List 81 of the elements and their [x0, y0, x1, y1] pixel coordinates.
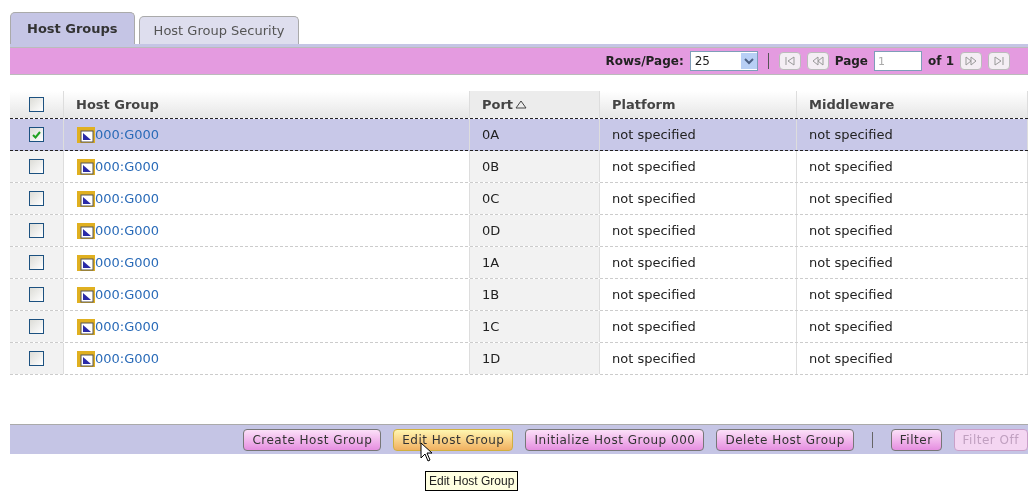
- host-group-icon: [77, 318, 95, 335]
- table-cell-text: not specified: [612, 285, 696, 304]
- table-row[interactable]: 000:G000 0C not specified not specified: [10, 183, 1028, 215]
- table-cell-text: not specified: [612, 157, 696, 176]
- table-row[interactable]: 000:G000 1C not specified not specified: [10, 311, 1028, 343]
- action-button[interactable]: Delete Host Group: [716, 428, 854, 451]
- checkbox[interactable]: [29, 159, 44, 174]
- host-group-icon: [77, 126, 95, 143]
- table-cell-text: 1D: [482, 349, 501, 368]
- table-cell-text: not specified: [612, 221, 696, 240]
- host-group-icon: [77, 158, 95, 175]
- action-button[interactable]: Filter: [890, 428, 942, 451]
- tab[interactable]: Host Group Security: [138, 16, 300, 44]
- table-row[interactable]: 000:G000 0D not specified not specified: [10, 215, 1028, 247]
- sort-ascending-icon: [515, 100, 528, 109]
- column-header[interactable]: Port: [482, 94, 514, 115]
- host-group-icon: [77, 254, 95, 271]
- column-header[interactable]: Host Group: [76, 94, 159, 115]
- table-cell-text: not specified: [809, 157, 893, 176]
- table-cell-text: 1B: [482, 285, 500, 304]
- action-button[interactable]: Edit Host Group: [393, 428, 514, 451]
- column-header[interactable]: Middleware: [809, 94, 895, 115]
- table-cell-text: 0D: [482, 221, 501, 240]
- host-group-icon: [77, 350, 95, 367]
- page-count: of 1: [928, 53, 954, 70]
- table-cell-text: not specified: [612, 317, 696, 336]
- pager-arrow-icon: [965, 56, 977, 66]
- action-button[interactable]: Initialize Host Group 000: [525, 428, 705, 451]
- table-cell-text: not specified: [809, 253, 893, 272]
- table-cell-text: not specified: [809, 189, 893, 208]
- table-cell-text: not specified: [809, 317, 893, 336]
- table-cell-text: not specified: [612, 189, 696, 208]
- host-group-icon: [77, 222, 95, 239]
- table-cell-text: 1C: [482, 317, 500, 336]
- checkbox[interactable]: [29, 255, 44, 270]
- rows-label: Rows/Page:: [605, 53, 684, 70]
- table-cell-text: not specified: [809, 349, 893, 368]
- host-group-link[interactable]: 000:G000: [95, 220, 160, 241]
- table-cell-text: not specified: [809, 285, 893, 304]
- table-cell-text: 0A: [482, 125, 500, 144]
- host-group-link[interactable]: 000:G000: [95, 156, 160, 177]
- table-cell-text: 0B: [482, 157, 500, 176]
- pager-arrow-icon: [993, 56, 1005, 66]
- table-row[interactable]: 000:G000 1B not specified not specified: [10, 279, 1028, 311]
- table-row[interactable]: 000:G000 1A not specified not specified: [10, 247, 1028, 279]
- checkbox[interactable]: [29, 97, 44, 112]
- host-group-icon: [77, 190, 95, 207]
- action-button[interactable]: Create Host Group: [243, 428, 382, 451]
- table-cell-text: not specified: [612, 349, 696, 368]
- table-cell-text: 0C: [482, 189, 500, 208]
- checkmark-icon: [32, 130, 41, 139]
- checkbox[interactable]: [29, 191, 44, 206]
- table-cell-text: not specified: [612, 253, 696, 272]
- checkbox[interactable]: [29, 127, 44, 142]
- host-group-link[interactable]: 000:G000: [95, 348, 160, 369]
- dropdown-icon: [740, 53, 757, 69]
- table-cell-text: not specified: [809, 125, 893, 144]
- mouse-pointer-icon: [420, 442, 434, 462]
- checkbox[interactable]: [29, 287, 44, 302]
- table-cell-text: not specified: [612, 125, 696, 144]
- table-row[interactable]: 000:G000 0A not specified not specified: [10, 119, 1028, 151]
- checkbox[interactable]: [29, 319, 44, 334]
- host-group-link[interactable]: 000:G000: [95, 316, 160, 337]
- table-row[interactable]: 000:G000 1D not specified not specified: [10, 343, 1028, 375]
- host-group-link[interactable]: 000:G000: [95, 188, 160, 209]
- column-header[interactable]: Platform: [612, 94, 676, 115]
- table-row[interactable]: 000:G000 0B not specified not specified: [10, 151, 1028, 183]
- pager-arrow-icon: [811, 56, 824, 66]
- host-group-icon: [77, 286, 95, 303]
- host-group-link[interactable]: 000:G000: [95, 252, 160, 273]
- pager-arrow-icon: [783, 56, 796, 66]
- page-label: Page: [834, 53, 868, 70]
- checkbox[interactable]: [29, 351, 44, 366]
- page-field[interactable]: 1: [874, 51, 922, 71]
- table-cell-text: not specified: [809, 221, 893, 240]
- table-cell-text: 1A: [482, 253, 500, 272]
- host-group-link[interactable]: 000:G000: [95, 284, 160, 305]
- rows-select[interactable]: 25: [689, 51, 758, 71]
- tab[interactable]: Host Groups: [10, 12, 135, 44]
- tooltip: Edit Host Group: [425, 471, 519, 491]
- checkbox[interactable]: [29, 223, 44, 238]
